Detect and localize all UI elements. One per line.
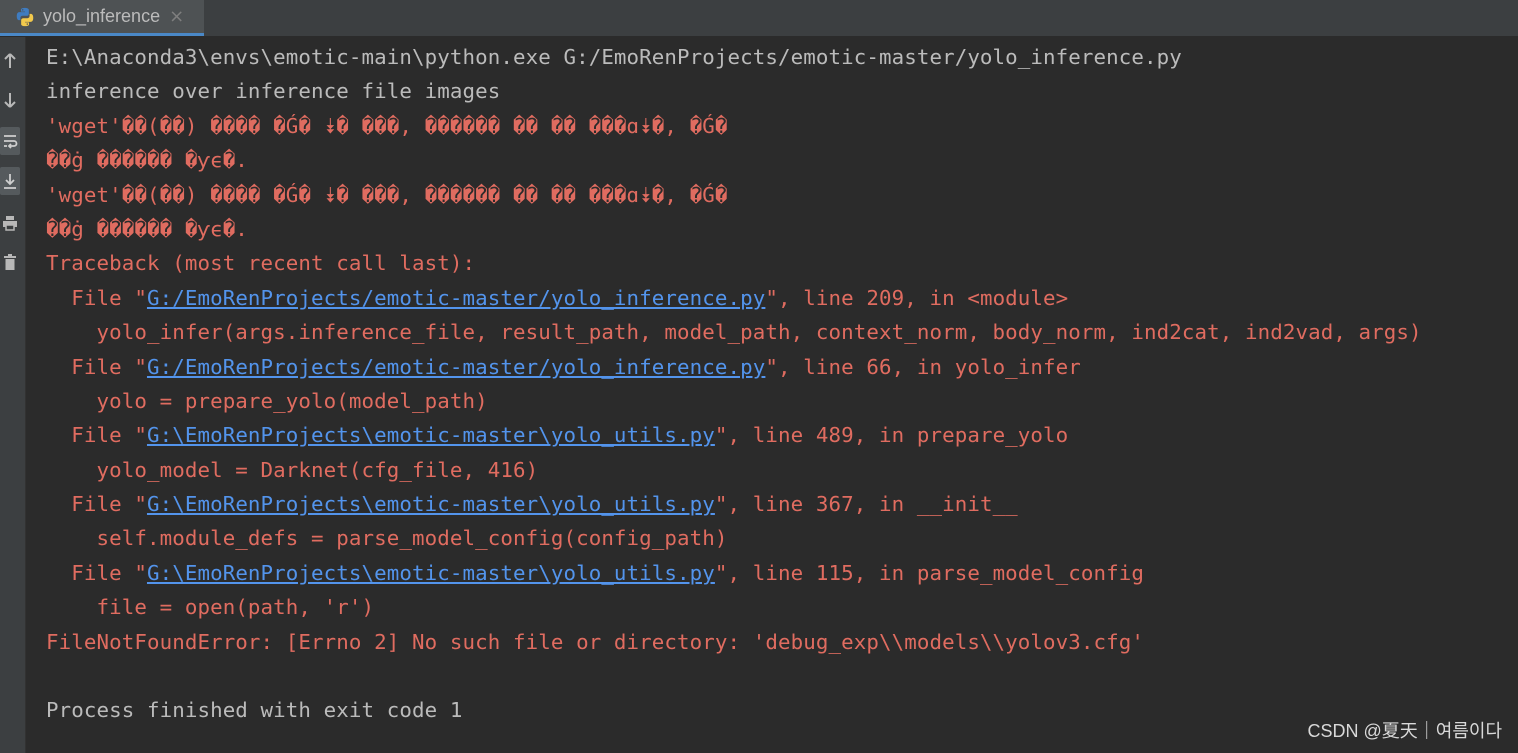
console-line: 'wget'��(��) ���� �Ǵ� ⯯� ���, ������ �� … — [46, 113, 728, 138]
console-line: FileNotFoundError: [Errno 2] No such fil… — [46, 629, 1145, 654]
console-line: ��ġ ������ �ƴϵ�. — [46, 216, 248, 241]
scroll-to-end-icon[interactable] — [0, 167, 20, 195]
traceback-suffix: ", line 489, in prepare_yolo — [714, 423, 1069, 448]
traceback-suffix: ", line 66, in yolo_infer — [765, 354, 1081, 379]
traceback-suffix: ", line 209, in <module> — [765, 285, 1069, 310]
console-line: File "G:/EmoRenProjects/emotic-master/yo… — [46, 350, 1518, 384]
console-line: yolo_model = Darknet(cfg_file, 416) — [46, 457, 539, 482]
soft-wrap-icon[interactable] — [0, 127, 20, 155]
print-icon[interactable] — [0, 209, 20, 237]
close-icon[interactable]: × — [169, 7, 184, 26]
console-line: File "G:/EmoRenProjects/emotic-master/yo… — [46, 281, 1518, 315]
console-output: E:\Anaconda3\envs\emotic-main\python.exe… — [46, 40, 1518, 753]
arrow-up-icon[interactable] — [0, 47, 20, 75]
console-line: yolo = prepare_yolo(model_path) — [46, 388, 488, 413]
watermark: CSDN @夏天｜여름이다 — [1307, 721, 1502, 741]
console-line: Traceback (most recent call last): — [46, 251, 476, 276]
file-link[interactable]: G:\EmoRenProjects\emotic-master\yolo_uti… — [147, 423, 715, 447]
tab-bar: yolo_inference × — [0, 0, 1518, 37]
file-link[interactable]: G:/EmoRenProjects/emotic-master/yolo_inf… — [147, 355, 765, 379]
traceback-prefix: File " — [46, 423, 147, 448]
console-line: file = open(path, 'r') — [46, 595, 375, 620]
traceback-suffix: ", line 367, in __init__ — [714, 492, 1018, 517]
traceback-prefix: File " — [46, 285, 147, 310]
trash-icon[interactable] — [0, 248, 20, 276]
traceback-prefix: File " — [46, 492, 147, 517]
tab-yolo-inference[interactable]: yolo_inference × — [0, 0, 204, 36]
file-link[interactable]: G:/EmoRenProjects/emotic-master/yolo_inf… — [147, 286, 765, 310]
file-link[interactable]: G:\EmoRenProjects\emotic-master\yolo_uti… — [147, 492, 715, 516]
console-line: ��ġ ������ �ƴϵ�. — [46, 148, 248, 173]
console-line: File "G:\EmoRenProjects\emotic-master\yo… — [46, 487, 1518, 521]
console-line: File "G:\EmoRenProjects\emotic-master\yo… — [46, 418, 1518, 452]
console-line: File "G:\EmoRenProjects\emotic-master\yo… — [46, 556, 1518, 590]
console-toolbar — [0, 37, 26, 753]
traceback-prefix: File " — [46, 560, 147, 585]
console-line: Process finished with exit code 1 — [46, 698, 463, 723]
arrow-down-icon[interactable] — [0, 86, 20, 114]
console-line: E:\Anaconda3\envs\emotic-main\python.exe… — [46, 45, 1182, 69]
traceback-prefix: File " — [46, 354, 147, 379]
tab-title: yolo_inference — [43, 6, 161, 26]
traceback-suffix: ", line 115, in parse_model_config — [714, 560, 1145, 585]
console-line: self.module_defs = parse_model_config(co… — [46, 526, 728, 551]
console-line: yolo_infer(args.inference_file, result_p… — [46, 320, 1422, 345]
console-line: inference over inference file images — [46, 79, 501, 104]
python-icon — [16, 7, 34, 26]
console-line: 'wget'��(��) ���� �Ǵ� ⯯� ���, ������ �� … — [46, 182, 728, 207]
file-link[interactable]: G:\EmoRenProjects\emotic-master\yolo_uti… — [147, 561, 715, 585]
